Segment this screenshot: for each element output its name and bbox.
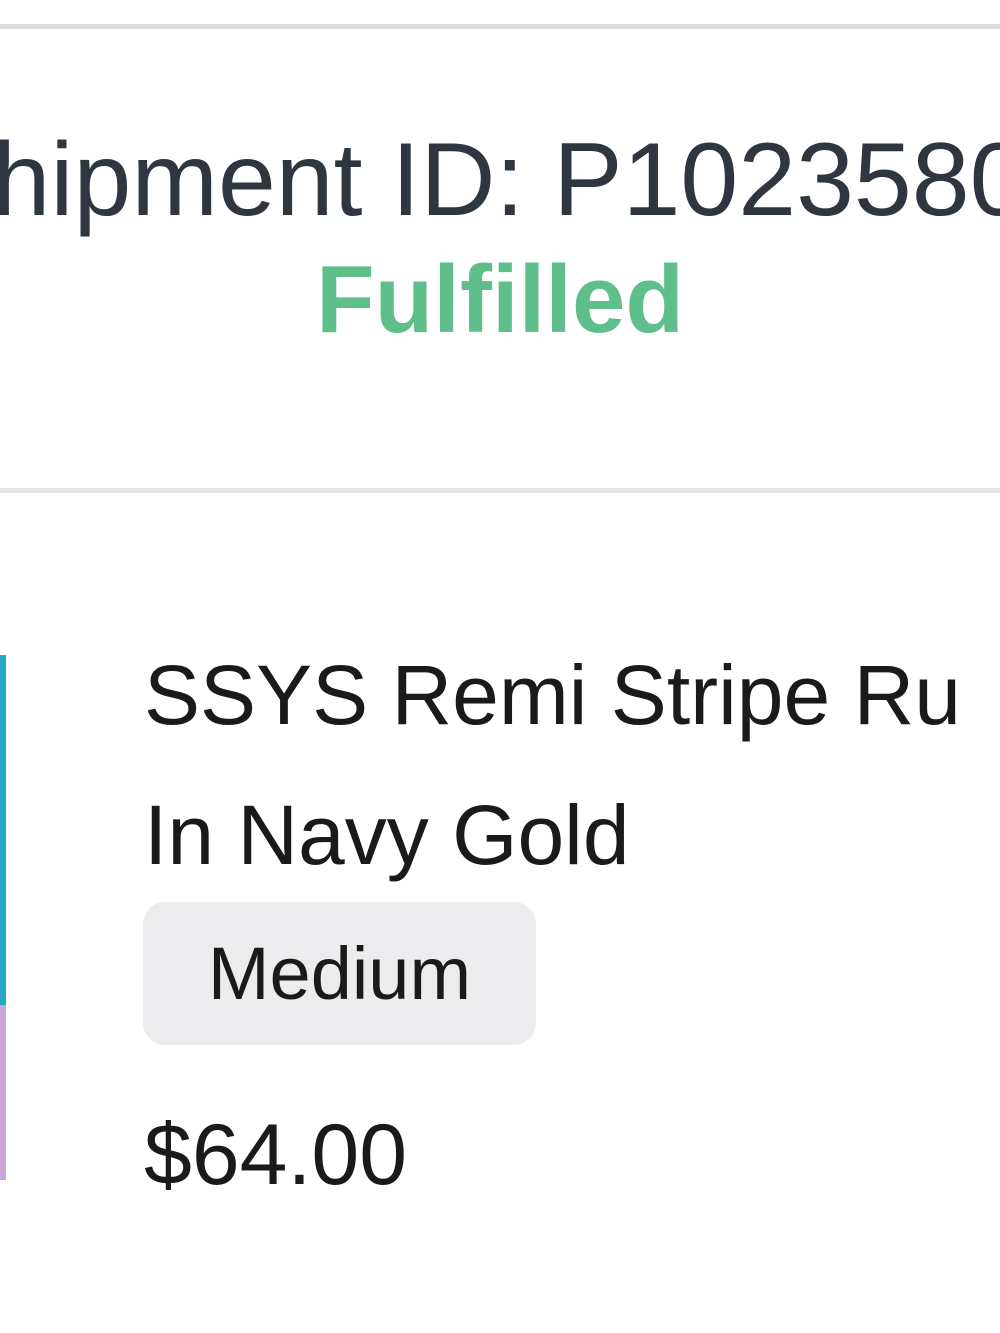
variant-badge: Medium bbox=[143, 902, 536, 1045]
product-title[interactable]: SSYS Remi Stripe Ru In Navy Gold bbox=[144, 625, 1000, 905]
shipment-status: Fulfilled bbox=[316, 246, 684, 353]
product-thumbnail[interactable] bbox=[0, 655, 6, 1180]
product-price: $64.00 bbox=[144, 1107, 408, 1203]
product-title-line-1: SSYS Remi Stripe Ru bbox=[144, 648, 961, 742]
shipment-card: hipment ID: P1023580 Fulfilled SSYS Remi… bbox=[0, 0, 1000, 1333]
thumbnail-bottom-segment bbox=[0, 1005, 6, 1180]
section-divider bbox=[0, 488, 1000, 493]
shipment-id: hipment ID: P1023580 bbox=[0, 122, 1000, 238]
thumbnail-top-segment bbox=[0, 655, 6, 1005]
top-divider bbox=[0, 24, 1000, 29]
product-title-line-2: In Navy Gold bbox=[144, 788, 630, 882]
variant-label: Medium bbox=[207, 932, 472, 1015]
